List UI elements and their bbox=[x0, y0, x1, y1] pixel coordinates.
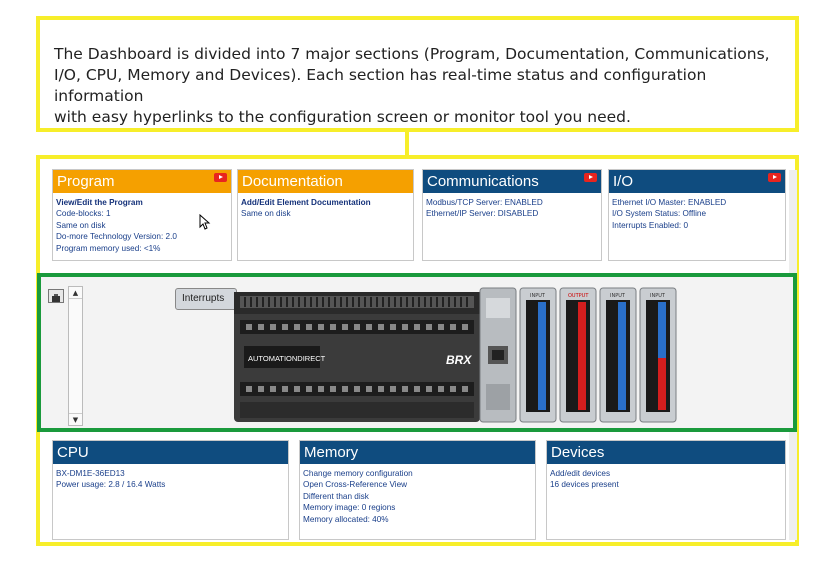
plc-top-fins bbox=[240, 296, 474, 308]
cpu-header[interactable]: CPU bbox=[53, 441, 288, 464]
documentation-title: Documentation bbox=[242, 173, 343, 190]
documentation-header[interactable]: Documentation bbox=[238, 170, 413, 193]
cross-reference-link[interactable]: Open Cross-Reference View bbox=[303, 479, 532, 490]
interrupts-enabled-status[interactable]: Interrupts Enabled: 0 bbox=[612, 220, 782, 231]
memory-panel: Memory Change memory configuration Open … bbox=[299, 440, 536, 540]
plc-logo: BRX bbox=[446, 353, 472, 367]
cpu-title: CPU bbox=[57, 444, 89, 461]
module-label: OUTPUT bbox=[568, 293, 589, 299]
memory-image-regions[interactable]: Memory image: 0 regions bbox=[303, 502, 532, 513]
callout-box: The Dashboard is divided into 7 major se… bbox=[36, 16, 799, 132]
scroll-up-icon[interactable]: ▲ bbox=[69, 287, 82, 299]
cpu-panel: CPU BX-DM1E-36ED13 Power usage: 2.8 / 16… bbox=[52, 440, 289, 540]
power-usage[interactable]: Power usage: 2.8 / 16.4 Watts bbox=[56, 479, 285, 490]
add-edit-devices-link[interactable]: Add/edit devices bbox=[550, 468, 782, 479]
communications-header[interactable]: Communications bbox=[423, 170, 601, 193]
io-title: I/O bbox=[613, 173, 634, 190]
memory-disk-status[interactable]: Different than disk bbox=[303, 491, 532, 502]
io-module-4: INPUT bbox=[639, 287, 677, 423]
io-module-3: INPUT bbox=[599, 287, 637, 423]
communications-panel: Communications Modbus/TCP Server: ENABLE… bbox=[422, 169, 602, 261]
module-label: INPUT bbox=[610, 293, 626, 299]
module-label: INPUT bbox=[530, 293, 546, 299]
devices-title: Devices bbox=[551, 444, 605, 461]
add-edit-documentation-link[interactable]: Add/Edit Element Documentation bbox=[241, 197, 410, 208]
devices-panel: Devices Add/edit devices 16 devices pres… bbox=[546, 440, 786, 540]
video-play-icon[interactable] bbox=[584, 173, 597, 182]
io-module-2: OUTPUT bbox=[559, 287, 597, 423]
program-header[interactable]: Program bbox=[53, 170, 231, 193]
scroll-down-icon[interactable]: ▼ bbox=[69, 413, 82, 425]
documentation-panel: Documentation Add/Edit Element Documenta… bbox=[237, 169, 414, 261]
memory-title: Memory bbox=[304, 444, 359, 461]
io-module-1: INPUT bbox=[519, 287, 557, 423]
program-memory-used: Program memory used: <1% bbox=[56, 243, 161, 253]
module-label: INPUT bbox=[650, 293, 666, 299]
modbus-server-status[interactable]: Modbus/TCP Server: ENABLED bbox=[426, 197, 598, 208]
program-title: Program bbox=[57, 173, 115, 190]
memory-header[interactable]: Memory bbox=[300, 441, 535, 464]
callout-line-2: I/O, CPU, Memory and Devices). Each sect… bbox=[54, 66, 707, 105]
devices-present[interactable]: 16 devices present bbox=[550, 479, 782, 490]
view-edit-program-link[interactable]: View/Edit the Program bbox=[56, 197, 228, 208]
change-memory-config-link[interactable]: Change memory configuration bbox=[303, 468, 532, 479]
video-play-icon[interactable] bbox=[214, 173, 227, 182]
callout-line-3: with easy hyperlinks to the configuratio… bbox=[54, 108, 631, 126]
devices-header[interactable]: Devices bbox=[547, 441, 785, 464]
video-play-icon[interactable] bbox=[768, 173, 781, 182]
io-panel: I/O Ethernet I/O Master: ENABLED I/O Sys… bbox=[608, 169, 786, 261]
hardware-scrollbar[interactable]: ▲ ▼ bbox=[68, 286, 83, 426]
brand-label: AUTOMATIONDIRECT bbox=[248, 354, 326, 363]
ethernet-ip-server-status[interactable]: Ethernet/IP Server: DISABLED bbox=[426, 208, 598, 219]
plc-hardware-image[interactable]: AUTOMATIONDIRECT BRX INPUT OUTPUT INPUT … bbox=[232, 284, 682, 428]
device-tool-icon[interactable] bbox=[48, 289, 64, 303]
ethernet-io-master-status[interactable]: Ethernet I/O Master: ENABLED bbox=[612, 197, 782, 208]
callout-line-1: The Dashboard is divided into 7 major se… bbox=[54, 45, 770, 63]
memory-allocated[interactable]: Memory allocated: 40% bbox=[303, 514, 532, 525]
io-header[interactable]: I/O bbox=[609, 170, 785, 193]
io-system-status[interactable]: I/O System Status: Offline bbox=[612, 208, 782, 219]
interrupts-tab[interactable]: Interrupts bbox=[175, 288, 237, 310]
communications-title: Communications bbox=[427, 173, 539, 190]
technology-version: Do-more Technology Version: 2.0 bbox=[56, 232, 177, 242]
callout-connector bbox=[405, 132, 409, 156]
documentation-disk-status: Same on disk bbox=[241, 209, 291, 219]
mouse-cursor-icon bbox=[199, 214, 211, 230]
cpu-model[interactable]: BX-DM1E-36ED13 bbox=[56, 468, 285, 479]
